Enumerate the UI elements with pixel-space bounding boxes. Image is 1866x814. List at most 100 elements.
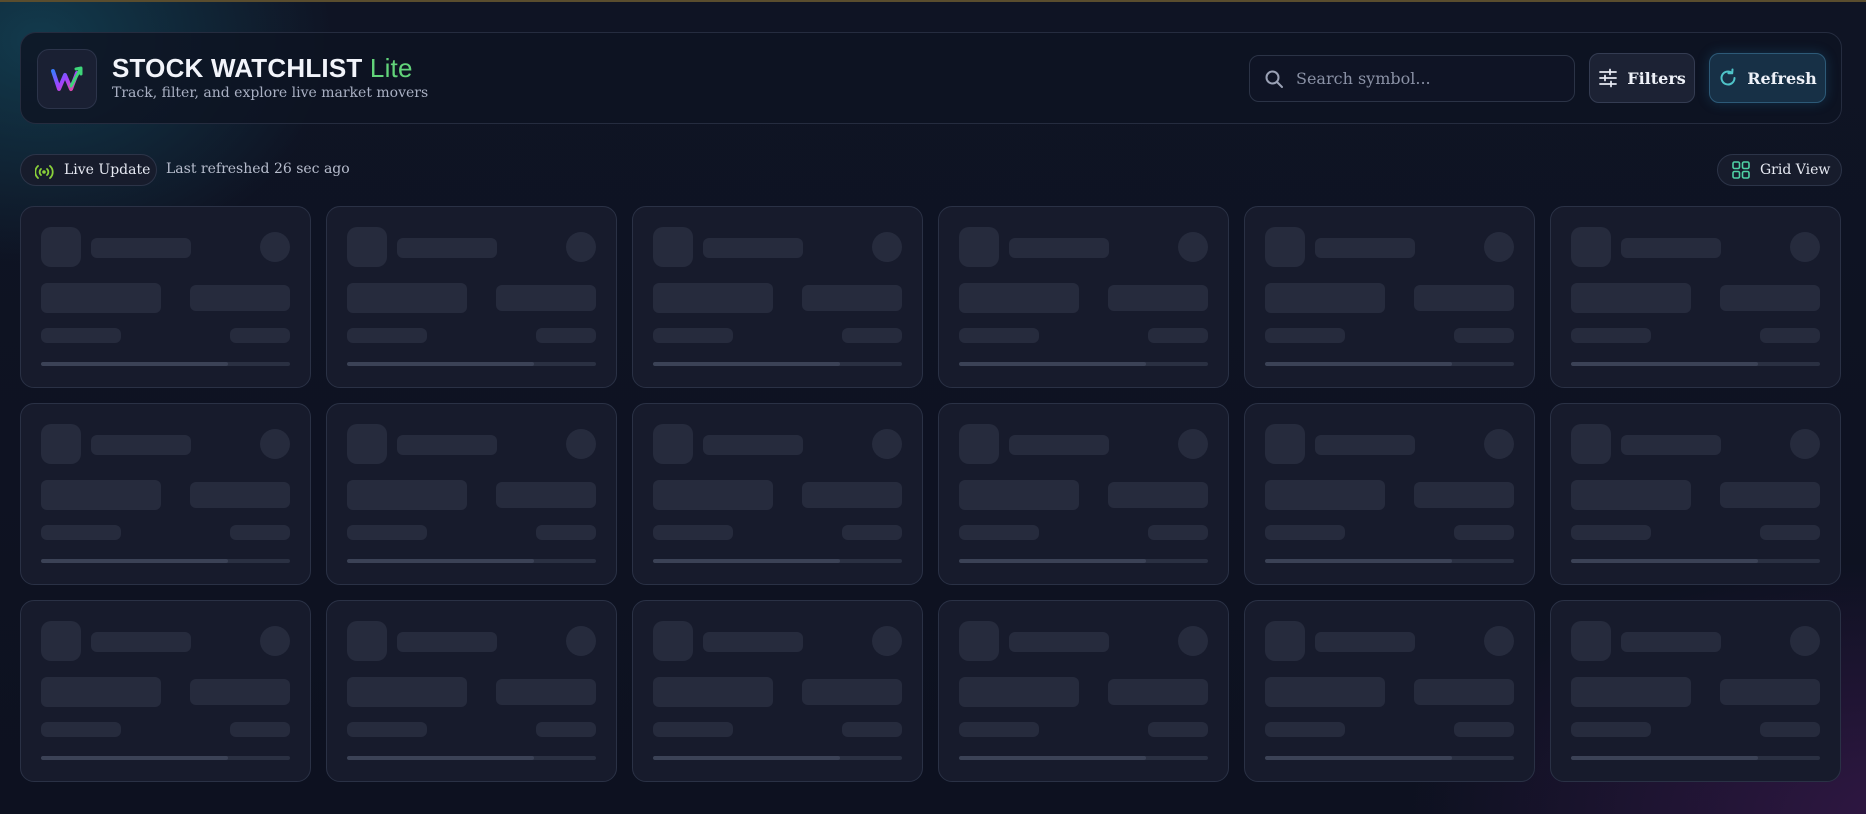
stock-card-skeleton[interactable] <box>938 206 1229 388</box>
search-box[interactable] <box>1249 55 1575 102</box>
skeleton-progress-fill <box>653 756 840 760</box>
stock-card-skeleton[interactable] <box>20 403 311 585</box>
live-update-toggle[interactable]: Live Update <box>20 154 157 186</box>
skeleton-meta <box>842 722 902 737</box>
skeleton-symbol <box>1315 238 1415 258</box>
stock-card-skeleton[interactable] <box>20 206 311 388</box>
grid-view-toggle[interactable]: Grid View <box>1717 154 1842 186</box>
skeleton-meta <box>842 525 902 540</box>
skeleton-action <box>566 626 596 656</box>
stock-card-skeleton[interactable] <box>938 403 1229 585</box>
stock-card-skeleton[interactable] <box>20 600 311 782</box>
app-header: STOCK WATCHLIST Lite Track, filter, and … <box>20 32 1842 124</box>
skeleton-price <box>1265 480 1385 510</box>
skeleton-meta <box>1265 328 1345 343</box>
skeleton-progress-bar <box>1571 559 1820 563</box>
live-signal-icon <box>35 161 55 179</box>
skeleton-action <box>260 429 290 459</box>
stock-card-skeleton[interactable] <box>1244 403 1535 585</box>
skeleton-price <box>1265 677 1385 707</box>
stock-card-skeleton[interactable] <box>1550 403 1841 585</box>
skeleton-action <box>872 232 902 262</box>
skeleton-price <box>653 283 773 313</box>
skeleton-action <box>260 232 290 262</box>
skeleton-action <box>1484 626 1514 656</box>
skeleton-meta <box>653 328 733 343</box>
skeleton-progress-bar <box>1265 362 1514 366</box>
skeleton-progress-fill <box>1571 559 1758 563</box>
skeleton-progress-fill <box>41 362 228 366</box>
page-subtitle: Track, filter, and explore live market m… <box>112 85 429 101</box>
filters-button[interactable]: Filters <box>1589 53 1695 103</box>
skeleton-meta <box>1454 328 1514 343</box>
stock-card-skeleton[interactable] <box>326 206 617 388</box>
skeleton-price <box>1265 283 1385 313</box>
app-logo <box>37 49 97 109</box>
skeleton-progress-bar <box>41 362 290 366</box>
skeleton-symbol <box>1621 632 1721 652</box>
skeleton-avatar <box>959 621 999 661</box>
skeleton-avatar <box>41 424 81 464</box>
skeleton-meta <box>41 328 121 343</box>
stock-card-skeleton[interactable] <box>632 206 923 388</box>
skeleton-meta <box>1148 525 1208 540</box>
skeleton-meta <box>230 525 290 540</box>
stock-card-skeleton[interactable] <box>938 600 1229 782</box>
skeleton-meta <box>230 722 290 737</box>
sliders-icon <box>1598 68 1618 88</box>
title-text: STOCK WATCHLIST <box>112 53 363 83</box>
stock-card-skeleton[interactable] <box>632 600 923 782</box>
page-title: STOCK WATCHLIST Lite <box>112 53 428 83</box>
skeleton-avatar <box>347 227 387 267</box>
skeleton-action <box>1484 232 1514 262</box>
skeleton-meta <box>1571 328 1651 343</box>
skeleton-avatar <box>347 621 387 661</box>
stock-card-skeleton[interactable] <box>1550 206 1841 388</box>
skeleton-price <box>41 480 161 510</box>
skeleton-progress-bar <box>41 756 290 760</box>
skeleton-symbol <box>1315 632 1415 652</box>
skeleton-symbol <box>397 238 497 258</box>
skeleton-action <box>566 429 596 459</box>
skeleton-action <box>566 232 596 262</box>
stock-card-skeleton[interactable] <box>1550 600 1841 782</box>
stock-card-skeleton[interactable] <box>326 403 617 585</box>
skeleton-meta <box>1571 525 1651 540</box>
stock-card-skeleton[interactable] <box>1244 600 1535 782</box>
skeleton-symbol <box>1009 435 1109 455</box>
search-input[interactable] <box>1296 69 1556 88</box>
skeleton-meta <box>347 328 427 343</box>
skeleton-change <box>1720 482 1820 508</box>
skeleton-progress-fill <box>1571 756 1758 760</box>
stock-card-skeleton[interactable] <box>1244 206 1535 388</box>
skeleton-action <box>1790 232 1820 262</box>
skeleton-change <box>1414 679 1514 705</box>
refresh-button[interactable]: Refresh <box>1709 53 1826 103</box>
skeleton-meta <box>959 722 1039 737</box>
skeleton-progress-bar <box>959 756 1208 760</box>
skeleton-action <box>1790 626 1820 656</box>
skeleton-progress-bar <box>653 756 902 760</box>
skeleton-action <box>1790 429 1820 459</box>
skeleton-action <box>260 626 290 656</box>
skeleton-avatar <box>1265 424 1305 464</box>
skeleton-symbol <box>703 435 803 455</box>
skeleton-change <box>802 285 902 311</box>
skeleton-progress-bar <box>1265 756 1514 760</box>
skeleton-change <box>1108 285 1208 311</box>
skeleton-meta <box>1454 525 1514 540</box>
skeleton-symbol <box>1315 435 1415 455</box>
stock-card-skeleton[interactable] <box>326 600 617 782</box>
skeleton-symbol <box>397 435 497 455</box>
skeleton-symbol <box>91 435 191 455</box>
skeleton-progress-bar <box>347 756 596 760</box>
stock-card-grid <box>20 206 1842 782</box>
skeleton-symbol <box>1009 632 1109 652</box>
live-update-label: Live Update <box>64 162 151 178</box>
skeleton-progress-bar <box>653 559 902 563</box>
skeleton-change <box>1720 285 1820 311</box>
skeleton-avatar <box>1571 621 1611 661</box>
skeleton-progress-fill <box>959 362 1146 366</box>
stock-card-skeleton[interactable] <box>632 403 923 585</box>
skeleton-change <box>496 482 596 508</box>
